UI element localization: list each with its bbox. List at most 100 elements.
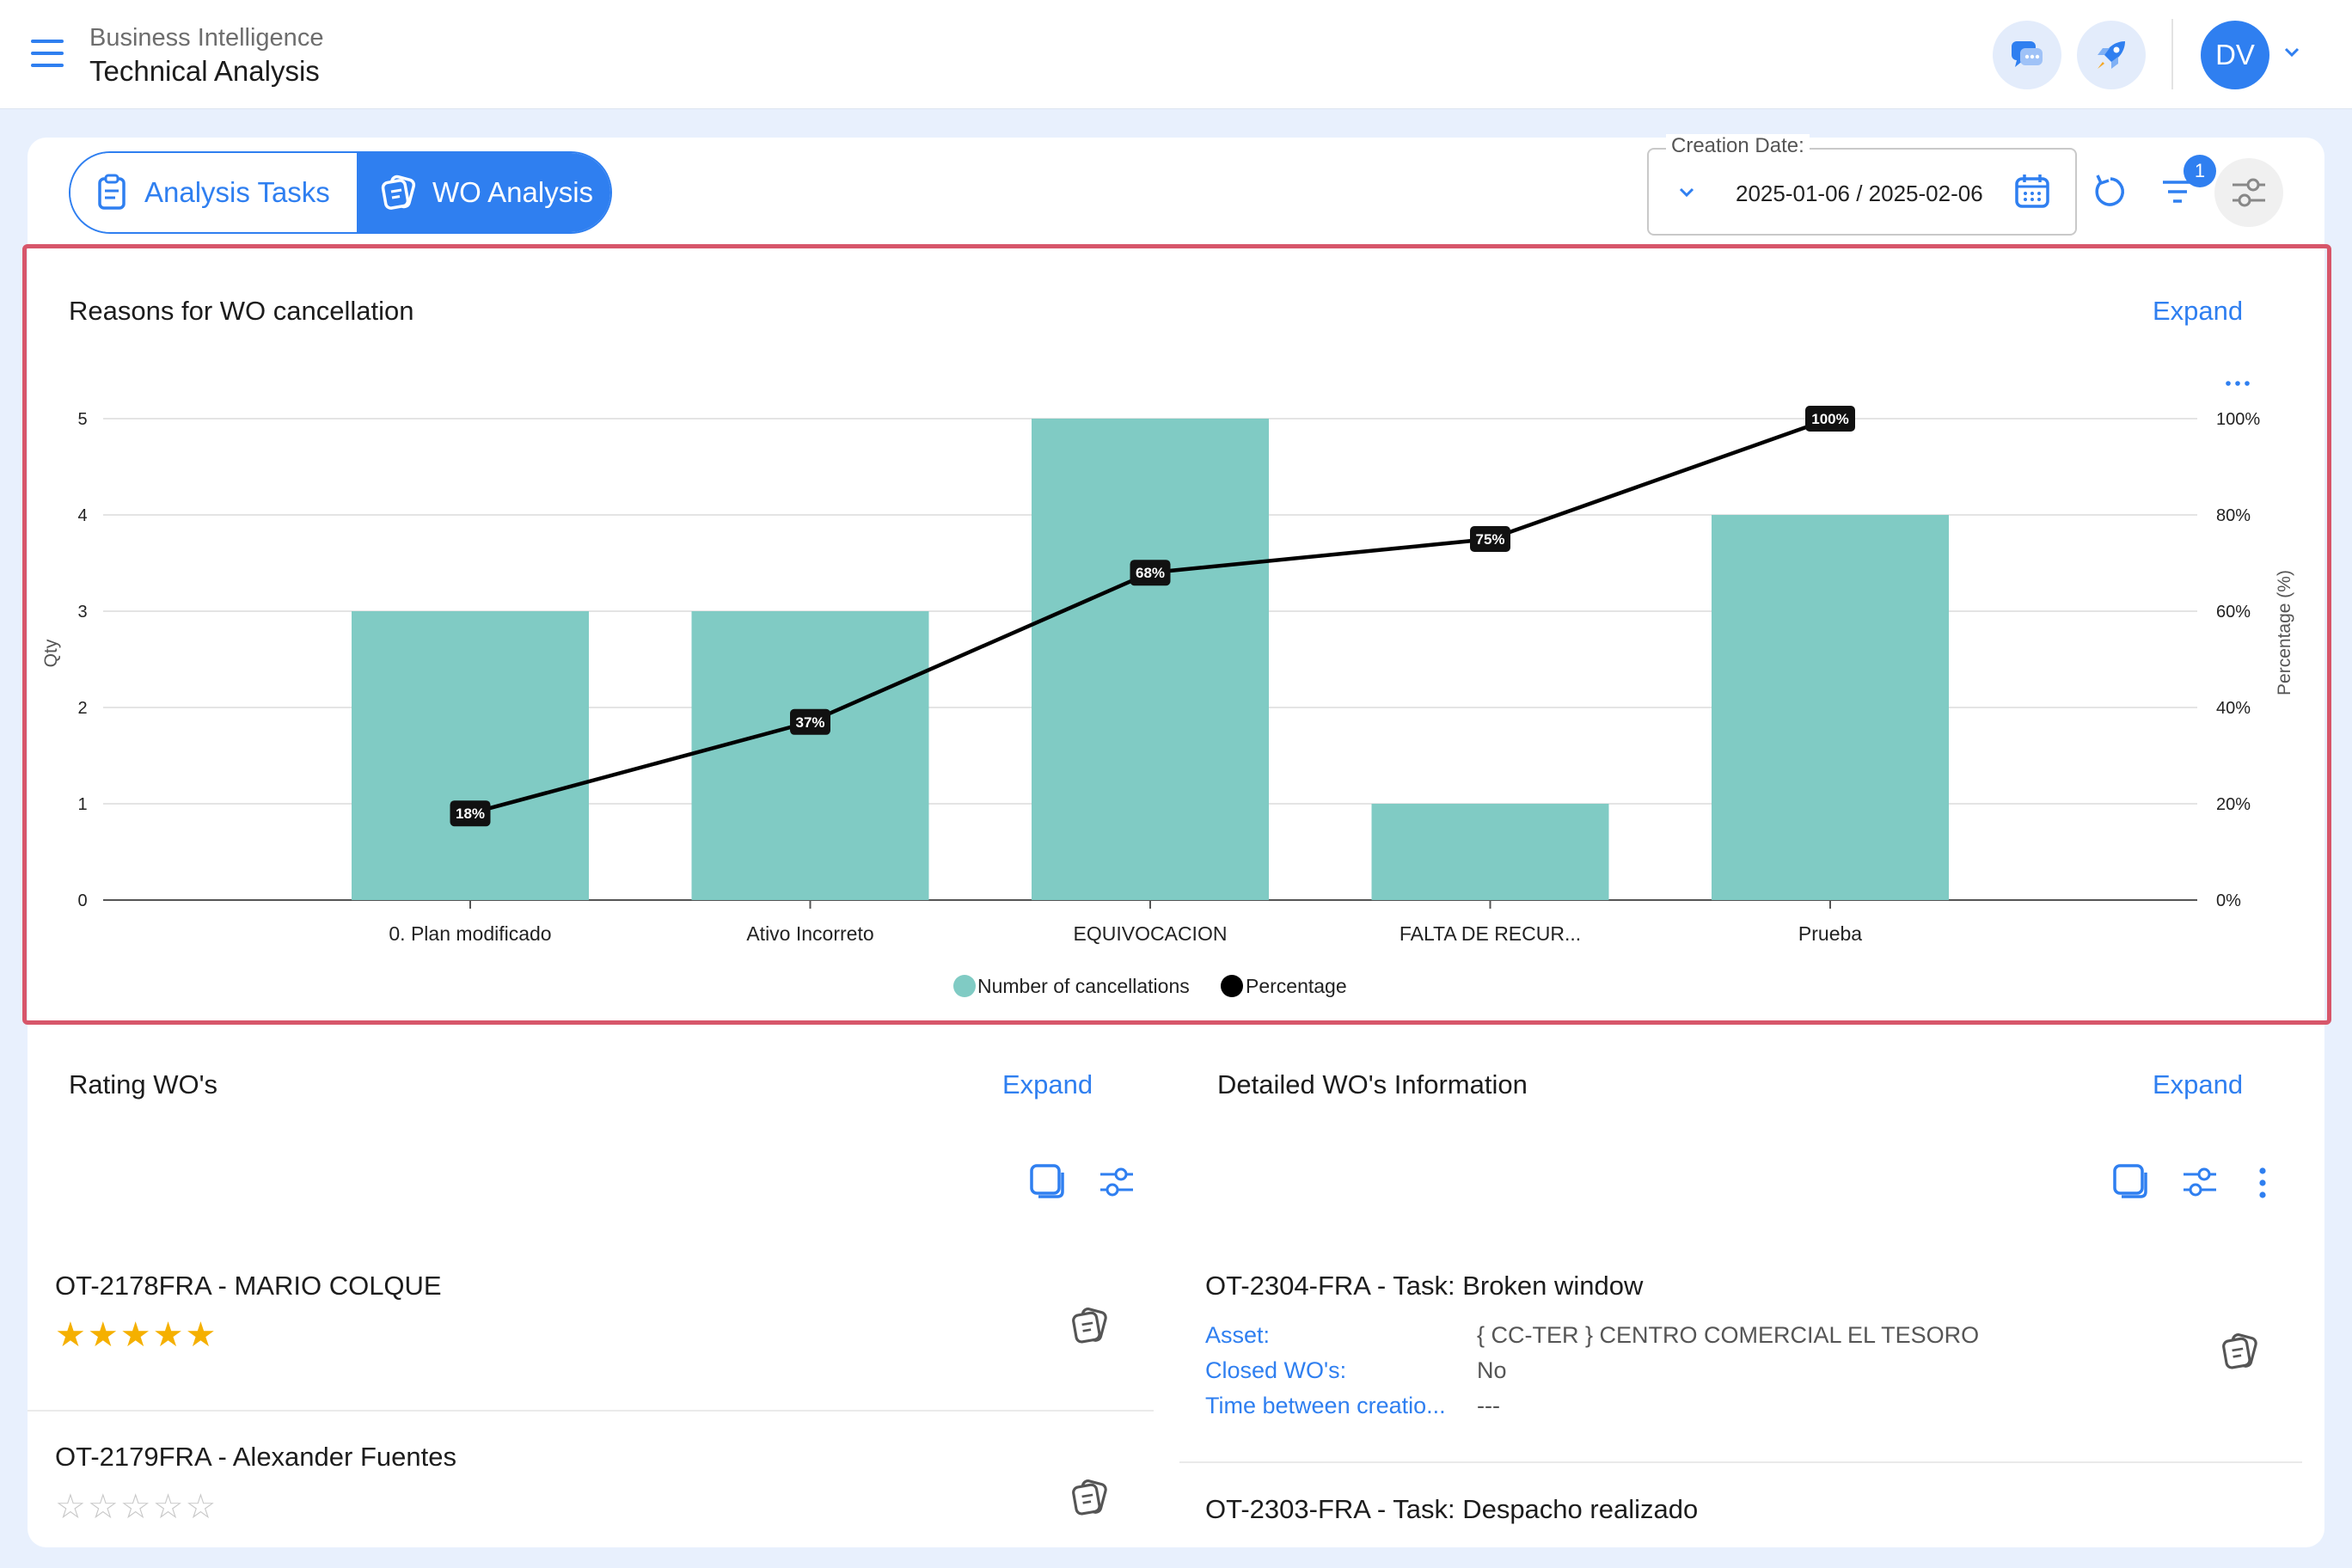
chevron-down-icon[interactable]: [2282, 43, 2301, 62]
data-label: 75%: [1475, 531, 1504, 548]
rating-expand-link[interactable]: Expand: [1002, 1069, 1093, 1100]
detail-item-title[interactable]: OT-2303-FRA - Task: Despacho realizado: [1205, 1494, 1698, 1525]
x-tick-label: Prueba: [1798, 922, 1862, 945]
menu-icon[interactable]: [31, 40, 64, 67]
y2-tick-label: 100%: [2216, 410, 2260, 429]
y-tick-label: 3: [77, 603, 87, 622]
time-between-value: ---: [1477, 1393, 1500, 1418]
list-divider: [1179, 1461, 2302, 1463]
legend-bar-swatch: [953, 975, 976, 997]
filter-count-badge: 1: [2184, 155, 2216, 187]
star-rating: ☆☆☆☆☆: [55, 1487, 217, 1527]
data-label: 37%: [795, 714, 824, 731]
data-label: 68%: [1136, 565, 1165, 581]
breadcrumb-parent[interactable]: Business Intelligence: [89, 24, 323, 52]
y-tick-label: 1: [77, 795, 87, 814]
time-between-key: Time between creatio...: [1205, 1393, 1446, 1418]
chart-title: Reasons for WO cancellation: [69, 296, 414, 326]
kebab-menu-icon[interactable]: [2256, 1166, 2269, 1200]
star-icon: ☆: [119, 1488, 151, 1526]
legend-bar-label: Number of cancellations: [977, 975, 1190, 997]
x-tick-label: EQUIVOCACION: [1074, 922, 1228, 945]
x-tick-label: Ativo Incorreto: [746, 922, 873, 945]
rating-item-title[interactable]: OT-2178FRA - MARIO COLQUE: [55, 1271, 442, 1302]
copy-icon[interactable]: [2111, 1162, 2149, 1200]
y-tick-label: 5: [77, 410, 87, 429]
calendar-icon[interactable]: [2013, 172, 2051, 210]
bar: [1032, 419, 1269, 900]
sliders-icon[interactable]: [1097, 1162, 1136, 1202]
sliders-icon[interactable]: [2180, 1162, 2220, 1202]
data-label: 100%: [1811, 411, 1848, 427]
pareto-chart: 0 1 2 3 4 5 0% 20% 40% 60% 80% 100% 0. Plan modifi…: [41, 406, 2294, 997]
detail-expand-link[interactable]: Expand: [2153, 1069, 2243, 1100]
work-order-icon: [381, 175, 416, 210]
bar: [1371, 804, 1609, 900]
star-icon: ☆: [152, 1488, 184, 1526]
legend-line-swatch: [1221, 975, 1243, 997]
y2-tick-label: 40%: [2216, 699, 2251, 718]
star-icon: ☆: [87, 1488, 119, 1526]
y-tick-label: 2: [77, 699, 87, 718]
header-divider: [2171, 19, 2173, 89]
sliders-icon: [2233, 178, 2265, 207]
work-order-icon[interactable]: [1071, 1307, 1109, 1344]
y2-axis-title: Percentage (%): [2275, 570, 2294, 695]
y2-tick-label: 20%: [2216, 795, 2251, 814]
bar: [352, 611, 589, 900]
launch-button[interactable]: [2077, 21, 2146, 89]
tab-label: WO Analysis: [432, 176, 594, 208]
star-icon: ★: [87, 1316, 119, 1354]
tab-label: Analysis Tasks: [144, 176, 330, 208]
page-title: Technical Analysis: [89, 55, 320, 87]
legend-line-label: Percentage: [1246, 975, 1347, 997]
data-label: 18%: [456, 805, 485, 822]
star-icon: ☆: [55, 1488, 86, 1526]
chat-icon: [2012, 41, 2043, 67]
tab-bar: Analysis Tasks WO Analysis: [69, 151, 612, 234]
x-tick-label: FALTA DE RECUR...: [1400, 922, 1581, 945]
star-icon: ★: [119, 1316, 151, 1354]
closed-wos-key: Closed WO's:: [1205, 1357, 1347, 1383]
star-icon: ★: [185, 1316, 217, 1354]
x-tick-label: 0. Plan modificado: [389, 922, 551, 945]
rocket-icon: [2098, 41, 2125, 69]
closed-wos-value: No: [1477, 1357, 1507, 1383]
copy-icon[interactable]: [1028, 1162, 1066, 1200]
x-axis-labels: 0. Plan modificado Ativo Incorreto EQUIVOC…: [389, 900, 1862, 945]
list-divider: [28, 1410, 1154, 1412]
avatar[interactable]: DV: [2201, 21, 2269, 89]
y-tick-label: 4: [77, 506, 87, 525]
rating-card-title: Rating WO's: [69, 1069, 218, 1099]
y2-axis-labels: 0% 20% 40% 60% 80% 100%: [2216, 410, 2260, 910]
clipboard-icon: [98, 174, 126, 210]
chart-legend: Number of cancellations Percentage: [953, 975, 1347, 997]
y2-tick-label: 0%: [2216, 891, 2241, 910]
tab-wo-analysis[interactable]: WO Analysis: [357, 153, 610, 232]
rating-item-title[interactable]: OT-2179FRA - Alexander Fuentes: [55, 1442, 456, 1473]
creation-date-label: Creation Date:: [1666, 134, 1810, 158]
asset-value: { CC-TER } CENTRO COMERCIAL EL TESORO: [1477, 1322, 1980, 1348]
bar: [691, 611, 929, 900]
y2-tick-label: 80%: [2216, 506, 2251, 525]
chart-expand-link[interactable]: Expand: [2153, 296, 2243, 327]
refresh-icon[interactable]: [2091, 172, 2130, 211]
asset-key: Asset:: [1205, 1322, 1271, 1348]
star-icon: ★: [152, 1316, 184, 1354]
y-tick-label: 0: [77, 891, 87, 910]
star-icon: ☆: [185, 1488, 217, 1526]
star-rating: ★★★★★: [55, 1315, 217, 1355]
bar-series: [352, 419, 1949, 900]
work-order-icon[interactable]: [2221, 1332, 2259, 1370]
chat-support-button[interactable]: [1993, 21, 2061, 89]
creation-date-value[interactable]: 2025-01-06 / 2025-02-06: [1736, 181, 1983, 207]
settings-button[interactable]: [2214, 158, 2283, 227]
work-order-icon[interactable]: [1071, 1479, 1109, 1516]
y-axis-title: Qty: [41, 639, 61, 667]
detail-item-title[interactable]: OT-2304-FRA - Task: Broken window: [1205, 1271, 1643, 1302]
star-icon: ★: [55, 1316, 86, 1354]
detail-card-title: Detailed WO's Information: [1217, 1069, 1528, 1099]
tab-analysis-tasks[interactable]: Analysis Tasks: [70, 153, 357, 232]
chevron-down-icon[interactable]: [1676, 182, 1697, 203]
y-axis-labels: 0 1 2 3 4 5: [77, 410, 87, 910]
